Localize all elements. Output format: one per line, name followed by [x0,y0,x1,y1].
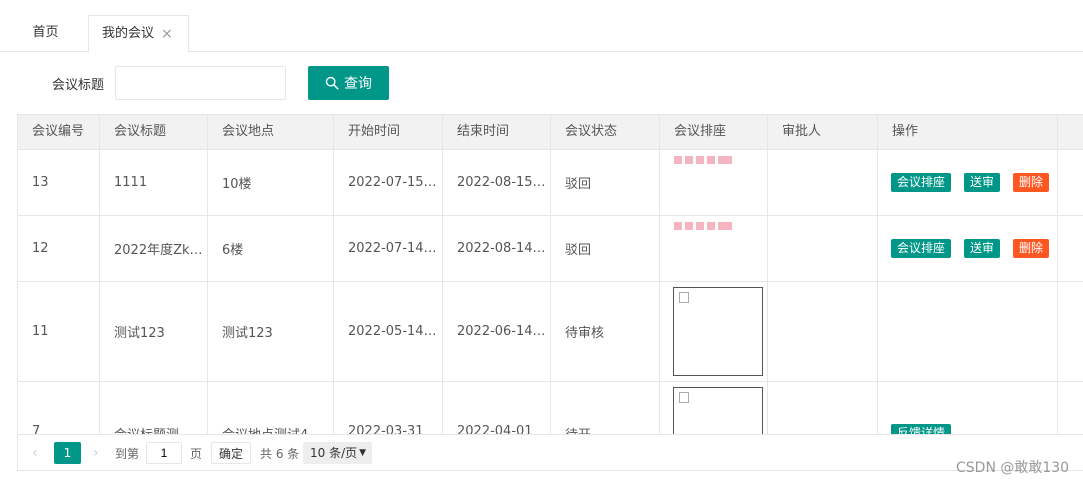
search-label: 会议标题 [52,78,105,93]
cell-start: 2022-07-15… [334,150,443,215]
cell-approver [768,382,878,434]
cell-location: 会议地点测试4 [208,382,334,434]
seat-image[interactable] [673,287,763,376]
header-id: 会议编号 [18,115,100,149]
cell-id: 13 [18,150,100,215]
cell-end: 2022-08-14… [443,216,551,281]
cell-status: 驳回 [551,150,660,215]
page-label: 页 [190,447,203,461]
table-row: 7 会议标题测 会议地点测试4 2022-03-31 2022-04-01 待开… [18,382,1083,434]
cell-id: 12 [18,216,100,281]
table-header: 会议编号 会议标题 会议地点 开始时间 结束时间 会议状态 会议排座 审批人 操… [18,114,1083,150]
header-location: 会议地点 [208,115,334,149]
cell-location: 测试123 [208,282,334,381]
tab-home[interactable]: 首页 [18,15,73,53]
seat-image[interactable] [673,387,763,434]
table-row: 11 测试123 测试123 2022-05-14… 2022-06-14… 待… [18,282,1083,382]
table-row: 12 2022年度Zk… 6楼 2022-07-14… 2022-08-14… … [18,216,1083,282]
cell-approver [768,282,878,381]
next-page-icon[interactable]: › [93,445,99,461]
delete-button[interactable]: 删除 [1013,239,1050,258]
cell-actions [878,282,1058,381]
seat-preview[interactable] [674,156,732,164]
cell-start: 2022-07-14… [334,216,443,281]
tab-my-meetings[interactable]: 我的会议 × [88,15,189,53]
broken-image-icon [679,392,689,403]
cell-title: 2022年度Zk… [100,216,208,281]
header-end: 结束时间 [443,115,551,149]
goto-confirm-button[interactable]: 确定 [211,442,251,464]
cell-start: 2022-05-14… [334,282,443,381]
cell-actions: 会议排座 送审 删除 [878,216,1058,281]
cell-status: 驳回 [551,216,660,281]
cell-actions: 反馈详情 [878,382,1058,434]
cell-id: 11 [18,282,100,381]
header-seat: 会议排座 [660,115,768,149]
seat-arrange-button[interactable]: 会议排座 [891,173,952,192]
goto-page-input[interactable] [146,442,182,464]
cell-actions: 会议排座 送审 删除 [878,150,1058,215]
header-status: 会议状态 [551,115,660,149]
broken-image-icon [679,292,689,303]
cell-end: 2022-04-01 [443,382,551,434]
current-page[interactable]: 1 [54,442,81,464]
cell-start: 2022-03-31 [334,382,443,434]
cell-location: 10楼 [208,150,334,215]
header-actions: 操作 [878,115,1058,149]
delete-button[interactable]: 删除 [1013,173,1050,192]
cell-seat [660,382,768,434]
cell-seat [660,282,768,381]
chevron-down-icon: ▼ [359,448,366,458]
search-button-label: 查询 [344,76,372,92]
tab-bar: 首页 我的会议 × [0,0,1083,53]
search-icon [325,76,339,90]
cell-end: 2022-06-14… [443,282,551,381]
search-input[interactable] [115,66,286,100]
total-count: 共 6 条 [260,447,300,461]
close-icon[interactable]: × [161,16,173,52]
cell-status: 待审核 [551,282,660,381]
cell-seat [660,216,768,281]
seat-arrange-button[interactable]: 会议排座 [891,239,952,258]
pagination: ‹ 1 › 到第 页 确定 共 6 条 10 条/页 ▼ [17,434,1083,471]
cell-end: 2022-08-15… [443,150,551,215]
tab-my-meetings-label: 我的会议 [102,26,155,41]
table-row: 13 1111 10楼 2022-07-15… 2022-08-15… 驳回 会… [18,150,1083,216]
page-size-select[interactable]: 10 条/页 ▼ [303,442,372,464]
cell-title: 测试123 [100,282,208,381]
cell-title: 1111 [100,150,208,215]
prev-page-icon[interactable]: ‹ [32,445,38,461]
meeting-table: 会议编号 会议标题 会议地点 开始时间 结束时间 会议状态 会议排座 审批人 操… [17,114,1083,434]
page-size-value: 10 条/页 [310,446,358,460]
header-start: 开始时间 [334,115,443,149]
cell-location: 6楼 [208,216,334,281]
seat-preview[interactable] [674,222,732,230]
header-title: 会议标题 [100,115,208,149]
cell-seat [660,150,768,215]
feedback-detail-button[interactable]: 反馈详情 [891,424,952,434]
watermark: CSDN @敢敢130 [956,460,1070,476]
goto-label: 到第 [115,447,140,461]
cell-approver [768,150,878,215]
header-approver: 审批人 [768,115,878,149]
cell-id: 7 [18,382,100,434]
submit-review-button[interactable]: 送审 [964,239,1001,258]
cell-approver [768,216,878,281]
cell-title: 会议标题测 [100,382,208,434]
search-button[interactable]: 查询 [308,66,389,100]
cell-status: 待开 [551,382,660,434]
submit-review-button[interactable]: 送审 [964,173,1001,192]
